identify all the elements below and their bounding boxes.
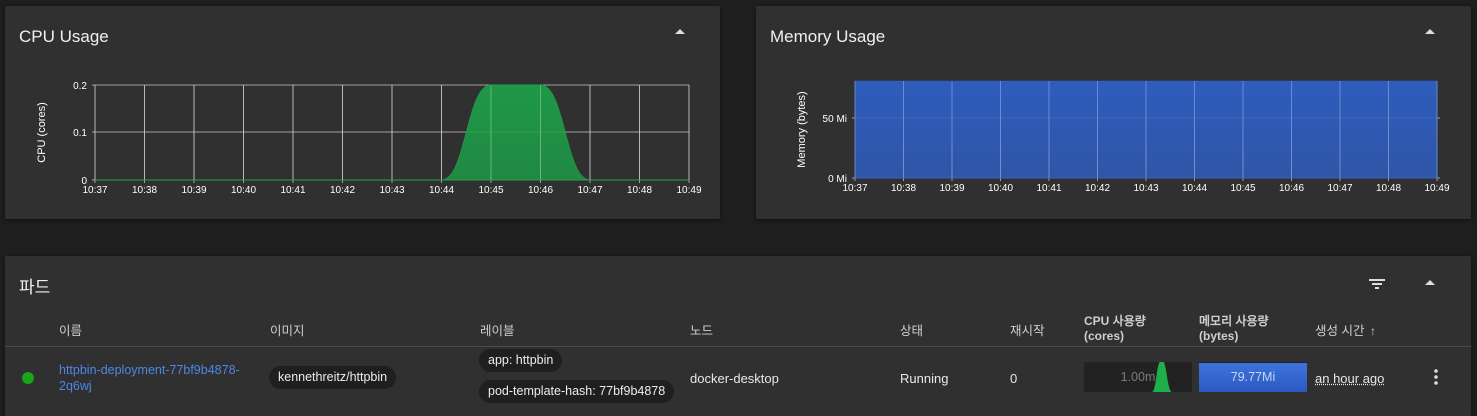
row-actions-button[interactable] — [1431, 368, 1441, 386]
x-tick-label: 10:44 — [429, 185, 454, 196]
filter-icon — [1369, 279, 1385, 289]
x-tick-label: 10:43 — [1133, 183, 1158, 194]
x-tick-label: 10:47 — [577, 185, 602, 196]
column-header-node[interactable]: 노드 — [690, 320, 713, 339]
x-tick-label: 10:37 — [82, 185, 107, 196]
label-chip-pod-template-hash: pod-template-hash: 77bf9b4878 — [479, 380, 675, 403]
column-header-image: 이미지 — [270, 324, 305, 338]
cpu-sparkline: 1.00m — [1084, 362, 1192, 392]
y-axis-label: CPU (cores) — [36, 102, 48, 163]
pod-name-link[interactable]: httpbin-deployment-77bf9b4878- 2q6wj — [59, 362, 240, 394]
y-tick-label: 50 Mi — [823, 114, 847, 125]
x-tick-label: 10:42 — [1085, 183, 1110, 194]
column-header-cpu-line1: CPU 사용량 — [1084, 314, 1146, 328]
table-row[interactable]: httpbin-deployment-77bf9b4878- 2q6wj ken… — [5, 347, 1471, 416]
x-tick-label: 10:40 — [988, 183, 1013, 194]
column-header-created[interactable]: 생성 시간 ↑ — [1315, 320, 1376, 339]
x-tick-label: 10:49 — [1424, 183, 1449, 194]
x-tick-label: 10:41 — [1036, 183, 1061, 194]
x-tick-label: 10:48 — [1376, 183, 1401, 194]
x-tick-label: 10:39 — [181, 185, 206, 196]
column-header-status: 상태 — [900, 324, 924, 338]
caret-up-icon — [1425, 279, 1435, 285]
x-tick-label: 10:44 — [1182, 183, 1207, 194]
x-tick-label: 10:39 — [939, 183, 964, 194]
x-tick-label: 10:45 — [1230, 183, 1255, 194]
node-value: docker-desktop — [690, 371, 779, 386]
column-header-cpu-line2: (cores) — [1084, 329, 1125, 343]
x-tick-label: 10:49 — [676, 185, 701, 196]
more-vertical-icon — [1434, 369, 1438, 385]
pod-name-line2[interactable]: 2q6wj — [59, 379, 92, 393]
memory-usage-card: Memory Usage 50 Mi 0 Mi 10:37 10:38 10:39 10:… — [756, 6, 1471, 219]
column-header-restarts: 재시작 — [1010, 324, 1045, 338]
x-tick-label: 10:38 — [891, 183, 916, 194]
x-tick-label: 10:47 — [1327, 183, 1352, 194]
x-tick-label: 10:41 — [280, 185, 305, 196]
column-header-created-label: 생성 시간 — [1315, 324, 1365, 338]
x-tick-label: 10:45 — [478, 185, 503, 196]
x-tick-label: 10:46 — [528, 185, 553, 196]
column-header-memory-line1: 메모리 사용량 — [1199, 314, 1269, 328]
memory-usage-chart: 50 Mi0 Mi10:37 10:38 10:39 10:40 10:41 10:42 1… — [796, 80, 1450, 194]
y-tick-label: 0.1 — [73, 128, 87, 139]
created-value[interactable]: an hour ago — [1315, 371, 1384, 386]
pods-collapse-button[interactable] — [1422, 274, 1438, 290]
pods-card: 파드 이름 이미지 레이블 노드 상태 재시작 CPU 사용량 (cores) … — [5, 256, 1471, 416]
x-tick-label: 10:38 — [132, 185, 157, 196]
cpu-usage-card: CPU Usage 0.2 0.1 0 10:37 10:38 10:39 10:40 10:… — [5, 6, 720, 219]
x-tick-label: 10:37 — [842, 183, 867, 194]
y-axis-label: Memory (bytes) — [796, 91, 808, 167]
sort-arrow-up-icon: ↑ — [1369, 324, 1376, 338]
cpu-usage-chart: 0.20.1010:37 10:38 10:39 10:40 10:41 10:42 10:… — [36, 81, 702, 196]
restarts-value: 0 — [1010, 371, 1018, 386]
status-dot-icon — [22, 372, 34, 384]
x-tick-label: 10:42 — [330, 185, 355, 196]
x-tick-label: 10:40 — [231, 185, 256, 196]
x-tick-label: 10:43 — [379, 185, 404, 196]
y-tick-label: 0.2 — [73, 81, 87, 92]
filter-button[interactable] — [1368, 277, 1386, 291]
x-tick-label: 10:46 — [1279, 183, 1304, 194]
column-header-memory-line2: (bytes) — [1199, 329, 1239, 343]
status-value: Running — [900, 371, 949, 386]
x-tick-label: 10:48 — [627, 185, 652, 196]
memory-sparkline-value: 79.77Mi — [1230, 370, 1276, 384]
column-header-name[interactable]: 이름 — [59, 320, 82, 339]
column-header-cpu: CPU 사용량 (cores) — [1084, 314, 1146, 344]
column-header-memory: 메모리 사용량 (bytes) — [1199, 314, 1269, 344]
column-header-labels: 레이블 — [480, 324, 515, 338]
pod-name-line1[interactable]: httpbin-deployment-77bf9b4878- — [59, 363, 240, 377]
image-chip: kennethreitz/httpbin — [269, 366, 397, 389]
pods-title: 파드 — [19, 278, 51, 297]
cpu-sparkline-value: 1.00m — [1120, 370, 1156, 384]
label-chip-app: app: httpbin — [479, 349, 563, 372]
memory-sparkline: 79.77Mi — [1199, 362, 1307, 392]
